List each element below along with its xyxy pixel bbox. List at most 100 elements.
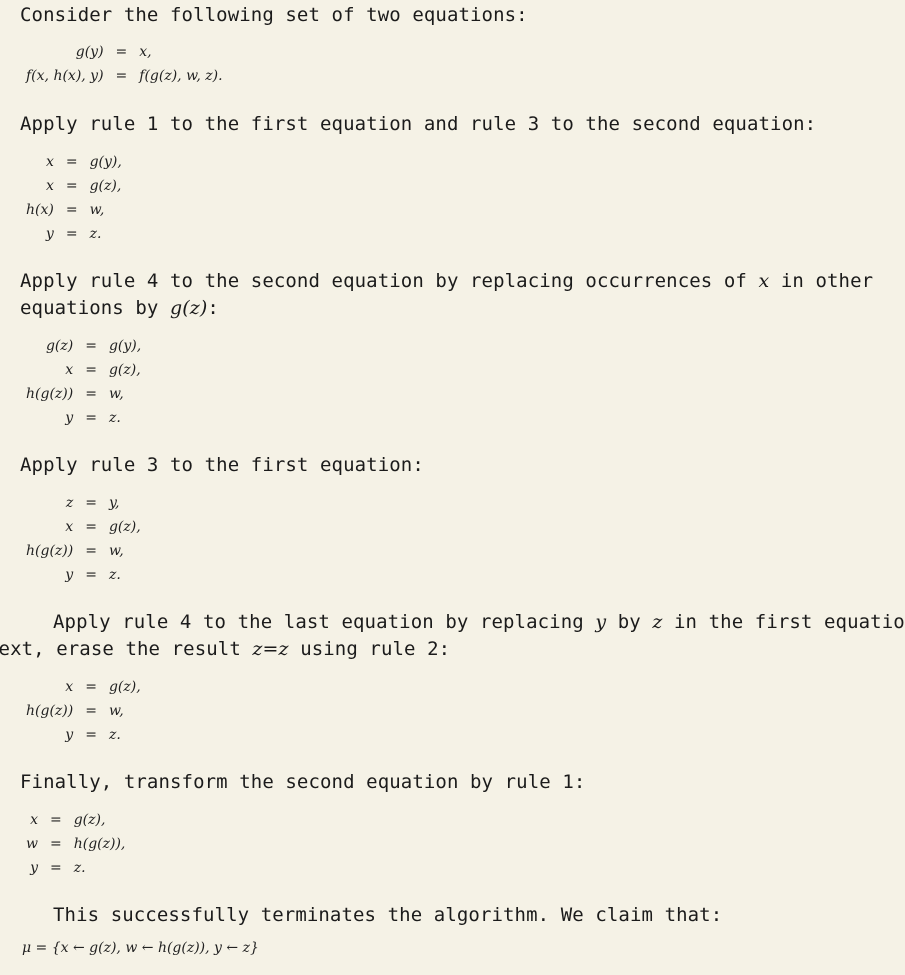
text-run: Apply rule 4 to the last equation by rep… — [53, 611, 596, 633]
equation-row: f(x, h(x), y) = f(g(z), w, z). — [26, 64, 223, 88]
equation-system-2: g(z) = g(y), x = g(z), h(g(z)) = w, y = … — [26, 334, 141, 430]
equation-row: h(g(z)) = w, — [26, 699, 141, 723]
intro-text: Consider the following set of two equati… — [20, 4, 528, 26]
step-2-line-2: equations by g(z): — [20, 297, 219, 319]
equation-rhs: z. — [89, 226, 102, 242]
text-run: in the first equation; — [662, 611, 905, 633]
equation-row: x = g(z), — [26, 675, 141, 699]
equals-sign: = — [85, 543, 97, 559]
step-5-text: Finally, transform the second equation b… — [20, 771, 586, 793]
equation-lhs: y — [65, 567, 74, 583]
equation-row: x = g(z), — [26, 358, 141, 382]
equation-lhs: w — [26, 836, 38, 852]
document-page: Consider the following set of two equati… — [0, 0, 905, 975]
equation-lhs: h(g(z)) — [26, 386, 74, 402]
equation-system-1: x = g(y), x = g(z), h(x) = w, y = z. — [26, 150, 122, 246]
equation-lhs: y — [65, 727, 74, 743]
equation-row: z = y, — [26, 491, 141, 515]
step-4-line-1: Apply rule 4 to the last equation by rep… — [53, 611, 905, 633]
equals-sign: = — [85, 362, 97, 378]
equals-sign: = — [85, 338, 97, 354]
equals-sign: = — [85, 410, 97, 426]
equals-sign: = — [65, 202, 78, 218]
equation-lhs: g(y) — [75, 44, 104, 60]
step-2-text: Apply rule 4 to the second equation by r… — [20, 268, 873, 322]
equals-sign: = — [65, 226, 78, 242]
equals-sign: = — [49, 860, 62, 876]
equation-row: g(y) = x, — [26, 40, 223, 64]
equals-sign: = — [85, 519, 97, 535]
equals-sign: = — [65, 154, 78, 170]
equation-lhs: y — [30, 860, 38, 876]
equals-sign: = — [85, 495, 97, 511]
step-4-line-2: next, erase the result z=z using rule 2: — [0, 636, 450, 663]
equation-system-5: x = g(z), w = h(g(z)), y = z. — [26, 808, 125, 880]
equation-rhs: y, — [108, 495, 120, 511]
equation-row: h(x) = w, — [26, 198, 122, 222]
equation-rhs: f(g(z), w, z). — [139, 68, 223, 84]
equation-rhs: w, — [108, 703, 124, 719]
equation-lhs: y — [65, 410, 74, 426]
equals-sign: = — [85, 567, 97, 583]
equation-system-0: g(y) = x, f(x, h(x), y) = f(g(z), w, z). — [26, 40, 223, 88]
equals-sign: = — [85, 386, 97, 402]
equation-lhs: h(g(z)) — [26, 543, 74, 559]
equation-lhs: x — [45, 154, 54, 170]
equals-sign: = — [85, 727, 97, 743]
equation-row: y = z. — [26, 406, 141, 430]
equation-lhs: h(x) — [26, 202, 54, 218]
text-run: by — [606, 611, 653, 633]
equals-sign: = — [115, 44, 128, 60]
text-run: using rule 2: — [288, 638, 451, 660]
step-2-line-1: Apply rule 4 to the second equation by r… — [20, 270, 873, 292]
equation-lhs: x — [45, 178, 54, 194]
equation-lhs: x — [30, 812, 38, 828]
equation-row: x = g(z), — [26, 515, 141, 539]
equation-row: h(g(z)) = w, — [26, 539, 141, 563]
text-run: : — [207, 297, 219, 319]
equation-row: y = z. — [26, 563, 141, 587]
equation-rhs: z. — [73, 860, 86, 876]
equation-lhs: f(x, h(x), y) — [26, 68, 104, 84]
equation-system-3: z = y, x = g(z), h(g(z)) = w, y = z. — [26, 491, 141, 587]
equation-lhs: g(z) — [45, 338, 74, 354]
math-expression: z=z — [252, 638, 289, 660]
conclusion-text: This successfully terminates the algorit… — [53, 904, 723, 926]
text-run: next, erase the result — [0, 638, 253, 660]
equals-sign: = — [85, 703, 97, 719]
unifier-result: μ = {x ← g(z), w ← h(g(z)), y ← z} — [22, 940, 259, 956]
equation-row: x = g(z), — [26, 808, 125, 832]
step-3-text: Apply rule 3 to the first equation: — [20, 454, 424, 476]
equation-rhs: h(g(z)), — [73, 836, 126, 852]
equation-rhs: g(y), — [89, 154, 122, 170]
step-1-text: Apply rule 1 to the first equation and r… — [20, 113, 817, 135]
equation-row: y = z. — [26, 856, 125, 880]
text-run: Apply rule 4 to the second equation by r… — [20, 270, 759, 292]
equation-row: x = g(y), — [26, 150, 122, 174]
text-run: equations by — [20, 297, 171, 319]
equation-lhs: h(g(z)) — [26, 703, 74, 719]
equation-rhs: w, — [89, 202, 105, 218]
equation-lhs: x — [65, 519, 74, 535]
equation-row: g(z) = g(y), — [26, 334, 141, 358]
equals-sign: = — [85, 679, 97, 695]
math-variable: y — [595, 611, 607, 633]
equation-rhs: g(z), — [108, 679, 141, 695]
equation-row: w = h(g(z)), — [26, 832, 125, 856]
equation-lhs: z — [65, 495, 74, 511]
equation-rhs: w, — [108, 543, 124, 559]
step-4-text: Apply rule 4 to the last equation by rep… — [0, 609, 905, 663]
math-variable: z — [652, 611, 663, 633]
equation-lhs: x — [65, 362, 74, 378]
equation-row: y = z. — [26, 723, 141, 747]
equation-rhs: g(z), — [89, 178, 122, 194]
equation-row: y = z. — [26, 222, 122, 246]
math-variable: x — [758, 270, 770, 292]
equation-rhs: g(z), — [108, 519, 141, 535]
equation-lhs: x — [65, 679, 74, 695]
equation-rhs: z. — [108, 567, 121, 583]
equals-sign: = — [65, 178, 78, 194]
text-run: in other — [769, 270, 874, 292]
equation-lhs: y — [45, 226, 54, 242]
equation-rhs: g(y), — [108, 338, 142, 354]
